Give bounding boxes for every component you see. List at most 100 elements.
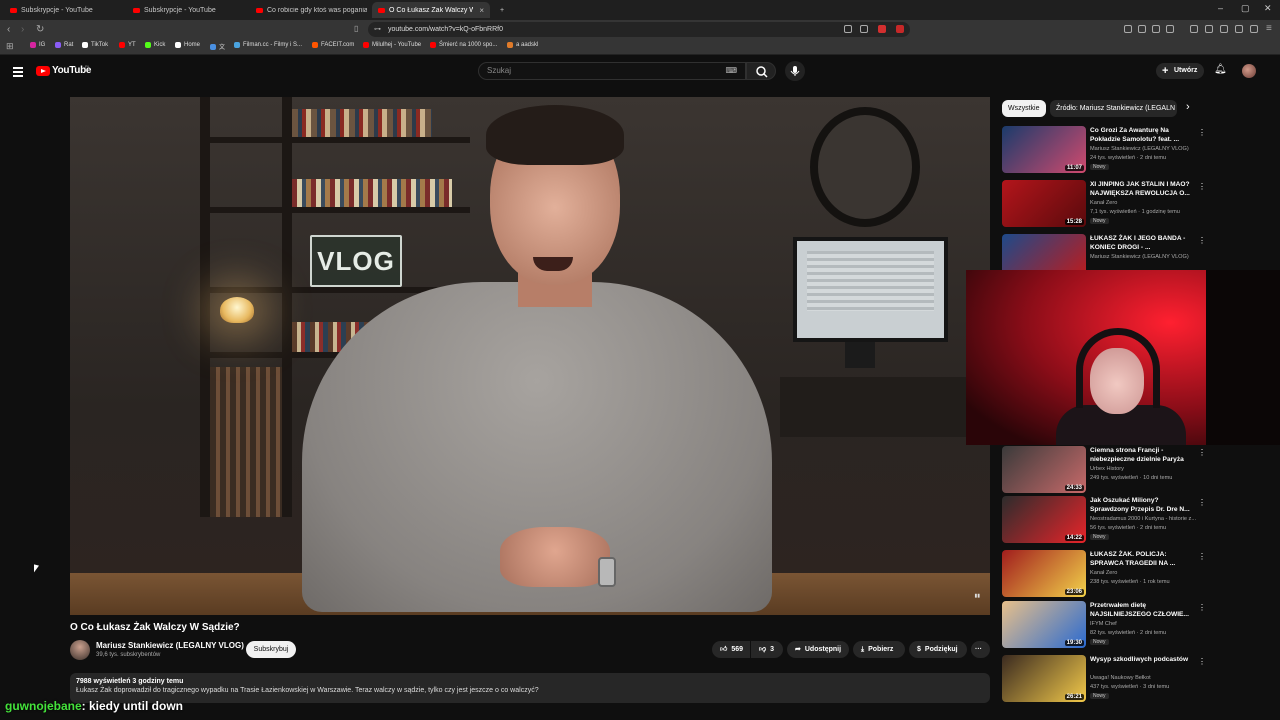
search-button[interactable] bbox=[746, 62, 776, 80]
recommended-video[interactable]: 14:22 Jak Oszukać Miliony? Sprawdzony Prz… bbox=[1002, 496, 1206, 544]
chips-next-icon[interactable]: › bbox=[1186, 101, 1190, 113]
menu-icon[interactable]: ≡ bbox=[1266, 23, 1272, 34]
subscribe-button[interactable]: Subskrybuj bbox=[246, 641, 296, 658]
video-thumbnail[interactable]: 26:21 bbox=[1002, 655, 1086, 702]
page-scrollbar[interactable] bbox=[1273, 60, 1277, 700]
browser-tab[interactable]: Subskrypcje - YouTube bbox=[4, 2, 122, 18]
maximize-icon[interactable]: ▢ bbox=[1241, 3, 1250, 14]
recommended-video[interactable]: 26:21 Wysyp szkodliwych podcastów Uwaga! N… bbox=[1002, 655, 1206, 703]
video-title[interactable]: XI JINPING JAK STALIN I MAO? NAJWIĘKSZA … bbox=[1090, 180, 1196, 198]
sidebar-icon[interactable] bbox=[1205, 25, 1213, 33]
browser-tab-active[interactable]: O Co Łukasz Żak Walczy W S... × bbox=[372, 2, 490, 18]
share-button[interactable]: ➦ Udostępnij bbox=[787, 641, 849, 658]
wallet-icon[interactable] bbox=[1220, 25, 1228, 33]
search-input[interactable]: Szukaj ⌨ bbox=[478, 62, 746, 80]
video-player[interactable]: VLOG ▮▮ bbox=[70, 97, 990, 615]
download-button[interactable]: ⤓ Pobierz bbox=[853, 641, 905, 658]
video-thumbnail[interactable]: 19:30 bbox=[1002, 601, 1086, 648]
video-title[interactable]: Jak Oszukać Miliony? Sprawdzony Przepis … bbox=[1090, 496, 1196, 514]
new-tab-button[interactable]: + bbox=[494, 2, 508, 18]
video-thumbnail[interactable]: 15:28 bbox=[1002, 180, 1086, 227]
bookmark-icon[interactable]: ▯ bbox=[354, 24, 358, 33]
channel-name[interactable]: IFYM Chef bbox=[1090, 621, 1196, 627]
more-options-icon[interactable]: ⋮ bbox=[1198, 498, 1206, 507]
bookmark-item[interactable]: Home bbox=[175, 42, 200, 48]
recommended-video[interactable]: 11:07 Co Grozi Za Awanturę Na Pokładzie S… bbox=[1002, 126, 1206, 174]
bookmark-item[interactable]: a aadskl bbox=[507, 42, 538, 48]
more-options-icon[interactable]: ⋮ bbox=[1198, 448, 1206, 457]
chip-channel-source[interactable]: Źródło: Mariusz Stankiewicz (LEGALN bbox=[1050, 100, 1177, 117]
keyboard-icon[interactable]: ⌨ bbox=[725, 63, 737, 79]
video-title[interactable]: ŁUKASZ ŻAK I JEGO BANDA - KONIEC DROGI -… bbox=[1090, 234, 1196, 252]
video-title[interactable]: ŁUKASZ ŻAK. POLICJA: SPRAWCA TRAGEDII NA… bbox=[1090, 550, 1196, 568]
back-icon[interactable]: ‹ bbox=[7, 24, 10, 35]
bookmark-item[interactable]: TikTok bbox=[82, 42, 108, 48]
share-page-icon[interactable] bbox=[860, 25, 868, 33]
recommended-video[interactable]: 15:28 XI JINPING JAK STALIN I MAO? NAJWIĘ… bbox=[1002, 180, 1206, 228]
site-info-icon[interactable]: ⊶ bbox=[374, 25, 381, 33]
video-title[interactable]: Wysyp szkodliwych podcastów bbox=[1090, 655, 1196, 664]
reload-icon[interactable]: ↻ bbox=[36, 24, 44, 35]
channel-name[interactable]: Kanał Zero bbox=[1090, 200, 1196, 206]
recommended-video[interactable]: 23:06 ŁUKASZ ŻAK. POLICJA: SPRAWCA TRAGED… bbox=[1002, 550, 1206, 598]
video-title[interactable]: Co Grozi Za Awanturę Na Pokładzie Samolo… bbox=[1090, 126, 1196, 144]
media-controls-icon[interactable] bbox=[1190, 25, 1198, 33]
more-options-icon[interactable]: ⋮ bbox=[1198, 657, 1206, 666]
forward-icon[interactable]: › bbox=[21, 24, 24, 35]
video-thumbnail[interactable]: 24:33 bbox=[1002, 446, 1086, 493]
url-bar[interactable]: youtube.com/watch?v=kQ-oFbnRRf0 bbox=[368, 22, 910, 37]
channel-name[interactable]: Uwaga! Naukowy Bełkot bbox=[1090, 675, 1196, 681]
leo-ai-icon[interactable] bbox=[1235, 25, 1243, 33]
extension-icon[interactable] bbox=[1166, 25, 1174, 33]
notifications-bell-icon[interactable]: 🔔︎ bbox=[1214, 64, 1227, 75]
video-thumbnail[interactable]: 23:06 bbox=[1002, 550, 1086, 597]
channel-name[interactable]: Neostradamus 2000 i Kurtyna - historie z… bbox=[1090, 516, 1196, 522]
channel-name[interactable]: Mariusz Stankiewicz (LEGALNY VLOG) bbox=[1090, 146, 1196, 152]
more-options-icon[interactable]: ⋮ bbox=[1198, 182, 1206, 191]
more-options-icon[interactable]: ⋮ bbox=[1198, 603, 1206, 612]
more-options-icon[interactable]: ⋮ bbox=[1198, 128, 1206, 137]
bookmark-item[interactable]: Filman.cc - Filmy i S... bbox=[234, 42, 302, 48]
close-window-icon[interactable]: ✕ bbox=[1264, 3, 1272, 14]
description-box[interactable]: 7988 wyświetleń 3 godziny temu Łukasz Ża… bbox=[70, 673, 990, 703]
rewards-icon[interactable] bbox=[896, 25, 904, 33]
browser-tab[interactable]: Subskrypcje - YouTube bbox=[127, 2, 245, 18]
bookmark-item[interactable]: Kick bbox=[145, 42, 165, 48]
dislike-button[interactable]: 👎︎ 3 bbox=[751, 641, 783, 658]
youtube-logo-icon[interactable] bbox=[36, 66, 50, 76]
bookmark-item[interactable]: Milulhej - YouTube bbox=[363, 42, 421, 48]
browser-tab[interactable]: Co robicie gdy ktoś was pogania świ... bbox=[250, 2, 368, 18]
video-title[interactable]: Ciemna strona Francji - niebezpieczne dz… bbox=[1090, 446, 1196, 464]
extension-icon[interactable] bbox=[1152, 25, 1160, 33]
recommended-video[interactable]: 24:33 Ciemna strona Francji - niebezpiecz… bbox=[1002, 446, 1206, 494]
account-avatar[interactable] bbox=[1242, 64, 1256, 78]
like-button[interactable]: 👍︎ 569 bbox=[712, 641, 750, 658]
extension-icon[interactable] bbox=[1138, 25, 1146, 33]
apps-grid-icon[interactable]: ⊞ bbox=[6, 41, 14, 52]
more-options-icon[interactable]: ⋮ bbox=[1198, 236, 1206, 245]
recommended-video[interactable]: 19:30 Przetrwałem dietę NAJSILNIEJSZEGO C… bbox=[1002, 601, 1206, 649]
voice-search-button[interactable] bbox=[785, 61, 805, 81]
chip-all[interactable]: Wszystkie bbox=[1002, 100, 1046, 117]
bookmark-item[interactable]: IG bbox=[30, 42, 45, 48]
channel-avatar[interactable] bbox=[70, 640, 90, 660]
bookmark-item[interactable]: Rat bbox=[55, 42, 73, 48]
create-button[interactable]: + Utwórz bbox=[1156, 63, 1204, 79]
bookmark-item[interactable]: YT bbox=[119, 42, 136, 48]
close-tab-icon[interactable]: × bbox=[479, 6, 484, 15]
minimize-icon[interactable]: – bbox=[1218, 3, 1223, 13]
bookmark-item[interactable]: Śmierć na 1000 spo... bbox=[430, 42, 497, 48]
screen-cast-icon[interactable] bbox=[844, 25, 852, 33]
vpn-icon[interactable] bbox=[1250, 25, 1258, 33]
more-options-icon[interactable]: ⋮ bbox=[1198, 552, 1206, 561]
brave-shields-icon[interactable] bbox=[878, 25, 886, 33]
bookmark-item[interactable]: 文 bbox=[210, 42, 225, 51]
bookmark-item[interactable]: FACEIT.com bbox=[312, 42, 354, 48]
channel-name[interactable]: Mariusz Stankiewicz (LEGALNY VLOG) bbox=[1090, 254, 1196, 260]
video-thumbnail[interactable]: 11:07 bbox=[1002, 126, 1086, 173]
more-actions-button[interactable]: ··· bbox=[971, 641, 990, 658]
channel-name[interactable]: Urbex History bbox=[1090, 466, 1196, 472]
guide-menu-icon[interactable] bbox=[13, 67, 23, 79]
channel-name[interactable]: Kanał Zero bbox=[1090, 570, 1196, 576]
video-thumbnail[interactable]: 14:22 bbox=[1002, 496, 1086, 543]
